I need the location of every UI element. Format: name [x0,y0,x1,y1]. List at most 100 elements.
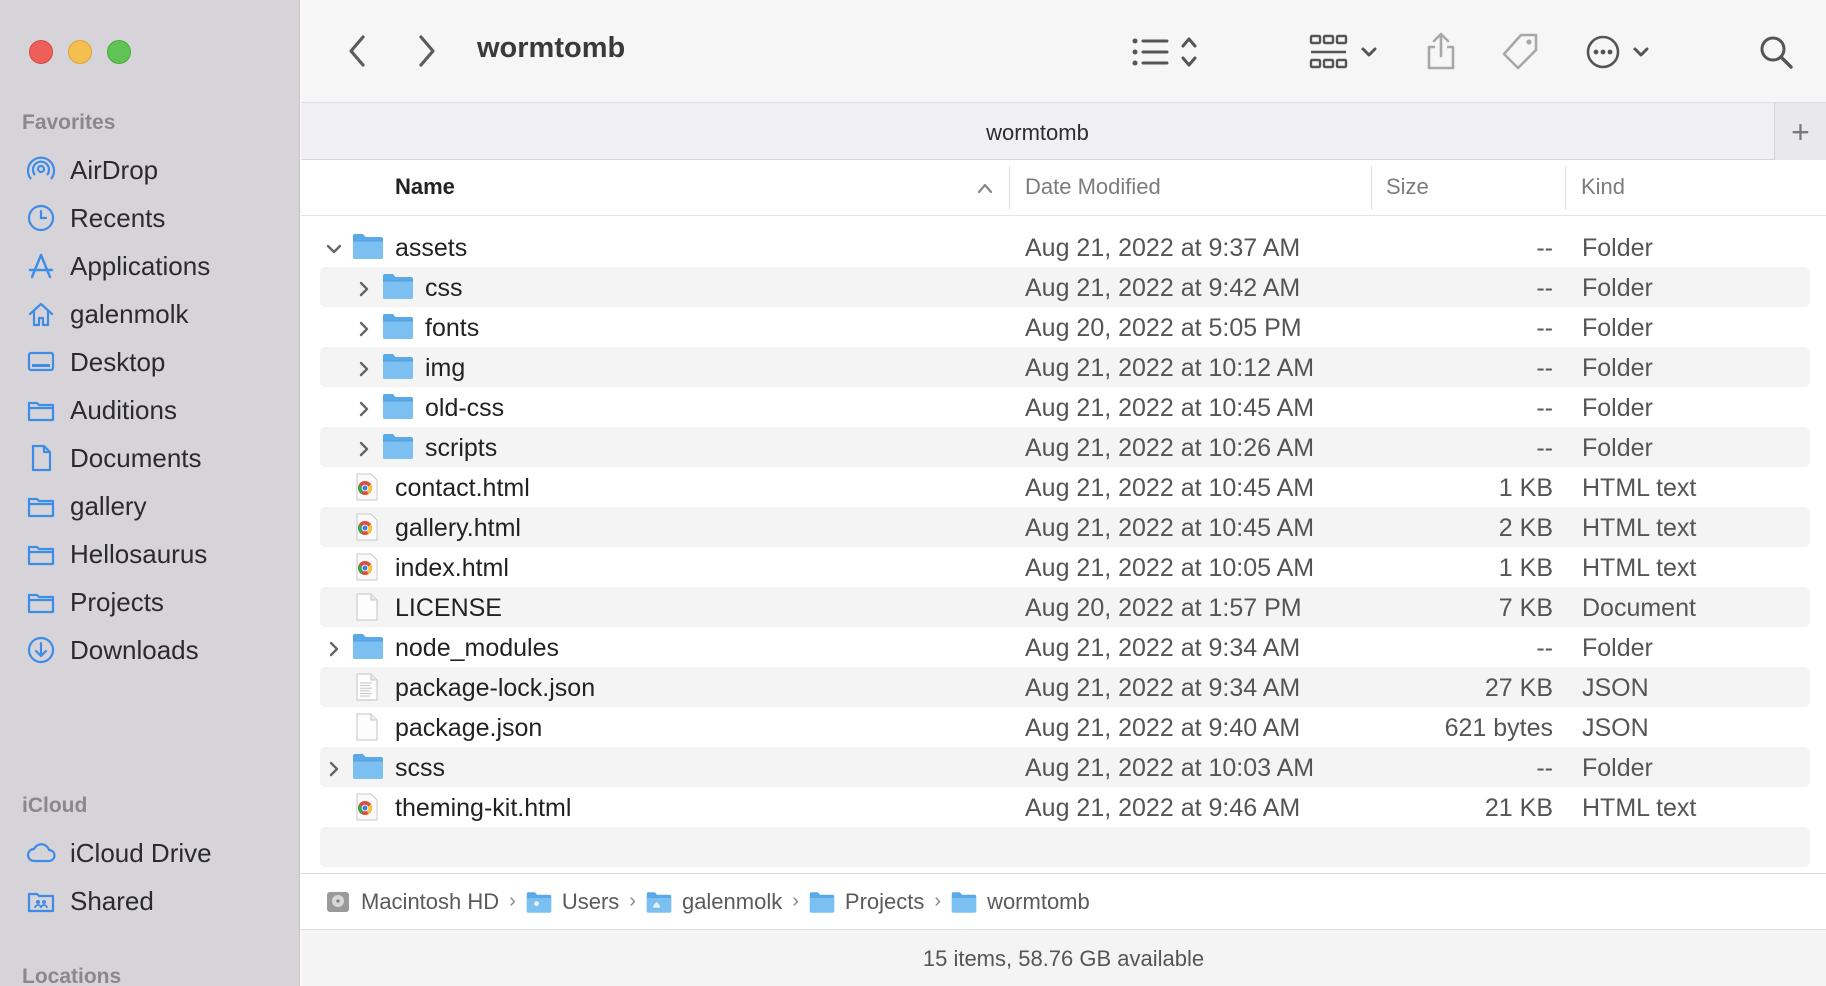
folder-icon [24,585,58,619]
file-size: 27 KB [1484,674,1553,702]
chevron-right-icon[interactable] [324,757,344,777]
file-kind: JSON [1582,674,1649,702]
table-row[interactable]: contact.html Aug 21, 2022 at 10:45 AM 1 KB… [320,467,1810,507]
chevron-right-icon[interactable] [324,637,344,657]
breadcrumb-label: wormtomb [987,888,1090,914]
sidebar-item-label: AirDrop [70,154,159,185]
sidebar-item-hellosaurus[interactable]: Hellosaurus [24,530,207,578]
tag-button[interactable] [1498,30,1542,74]
sidebar-item-recents[interactable]: Recents [24,194,165,242]
table-row[interactable]: old-css Aug 21, 2022 at 10:45 AM -- Folder [320,387,1810,427]
chevron-right-icon[interactable] [354,317,374,337]
file-size: -- [1536,754,1553,782]
breadcrumb-separator-icon: › [792,890,799,912]
sidebar-item-label: Recents [70,202,166,233]
file-name: scripts [425,434,498,462]
group-button[interactable] [1308,30,1384,74]
folder-icon [809,890,845,914]
sidebar-item-gallery[interactable]: gallery [24,482,147,530]
sidebar-item-label: Projects [70,586,164,617]
file-date: Aug 21, 2022 at 10:05 AM [1025,554,1315,582]
file-name: LICENSE [395,594,502,622]
file-kind: Document [1582,594,1696,622]
new-tab-button[interactable]: + [1774,103,1826,161]
users-folder-icon [526,890,562,914]
table-row[interactable]: LICENSE Aug 20, 2022 at 1:57 PM 7 KB Docume… [320,587,1810,627]
column-size[interactable]: Size [1386,174,1429,200]
table-row[interactable]: scss Aug 21, 2022 at 10:03 AM -- Folder [320,747,1810,787]
breadcrumb-macintosh-hd[interactable]: Macintosh HD [325,889,499,915]
sidebar-item-applications[interactable]: Applications [24,242,210,290]
view-options-button[interactable] [1130,30,1204,74]
chevron-right-icon[interactable] [354,437,374,457]
breadcrumb-wormtomb[interactable]: wormtomb [951,889,1090,915]
sidebar-item-airdrop[interactable]: AirDrop [24,146,158,194]
search-button[interactable] [1754,30,1798,74]
table-row[interactable]: package-lock.json Aug 21, 2022 at 9:34 AM… [320,667,1810,707]
breadcrumb-galenmolk[interactable]: galenmolk [646,889,782,915]
file-kind: Folder [1582,634,1653,662]
minimize-button[interactable] [68,40,92,64]
table-row[interactable]: gallery.html Aug 21, 2022 at 10:45 AM 2 KB… [320,507,1810,547]
breadcrumb-label: Macintosh HD [361,888,500,914]
file-kind: HTML text [1582,794,1697,822]
column-date-modified[interactable]: Date Modified [1025,174,1161,200]
sidebar-item-galenmolk[interactable]: galenmolk [24,290,189,338]
chevron-right-icon[interactable] [354,277,374,297]
tab-wormtomb[interactable]: wormtomb [301,120,1774,146]
zoom-button[interactable] [107,40,131,64]
tag-icon [1502,33,1538,70]
sidebar-item-shared[interactable]: Shared [24,877,154,925]
sidebar-item-icloud-drive[interactable]: iCloud Drive [24,829,212,877]
file-name: contact.html [395,474,530,502]
forward-button[interactable] [410,31,444,71]
finder-window: Favorites AirDrop Recents Applications gale… [0,0,1826,986]
folder-icon [24,489,58,523]
window-title: wormtomb [477,32,626,64]
sidebar-item-label: gallery [70,490,147,521]
file-name: node_modules [395,634,560,662]
table-row[interactable]: package.json Aug 21, 2022 at 9:40 AM 621 b… [320,707,1810,747]
path-bar: Macintosh HD › Users › galenmolk › Projects › wo… [301,873,1826,929]
sidebar-item-projects[interactable]: Projects [24,578,164,626]
table-row[interactable]: css Aug 21, 2022 at 9:42 AM -- Folder [320,267,1810,307]
file-kind: HTML text [1582,554,1697,582]
ellipsis-circle-icon [1586,35,1649,69]
tab-bar: wormtomb + [301,102,1826,161]
breadcrumb-separator-icon: › [934,890,942,912]
folder-icon [382,272,414,302]
column-kind[interactable]: Kind [1581,174,1625,200]
applications-icon [24,249,58,283]
column-name[interactable]: Name [395,174,455,200]
chevron-right-icon[interactable] [354,357,374,377]
action-menu-button[interactable] [1584,30,1654,74]
folder-icon [382,352,414,382]
back-button[interactable] [340,31,374,71]
table-row[interactable]: fonts Aug 20, 2022 at 5:05 PM -- Folder [320,307,1810,347]
folder-icon [382,312,414,342]
file-name: old-css [425,394,505,422]
file-date: Aug 20, 2022 at 5:05 PM [1025,314,1302,342]
sidebar-item-downloads[interactable]: Downloads [24,626,199,674]
share-button[interactable] [1422,28,1460,74]
file-date: Aug 21, 2022 at 10:26 AM [1025,434,1315,462]
hard-drive-icon [325,889,361,915]
chrome-html-icon [352,552,384,582]
table-row[interactable]: index.html Aug 21, 2022 at 10:05 AM 1 KB HT… [320,547,1810,587]
file-date: Aug 21, 2022 at 10:03 AM [1025,754,1315,782]
table-row[interactable]: scripts Aug 21, 2022 at 10:26 AM -- Folder [320,427,1810,467]
sidebar-item-desktop[interactable]: Desktop [24,338,165,386]
breadcrumb-projects[interactable]: Projects [809,889,924,915]
close-button[interactable] [29,40,53,64]
chevron-left-icon [349,35,365,67]
breadcrumb-users[interactable]: Users [526,889,619,915]
chevron-down-icon[interactable] [324,237,344,257]
table-row[interactable]: node_modules Aug 21, 2022 at 9:34 AM -- Fol… [320,627,1810,667]
chevron-right-icon[interactable] [354,397,374,417]
sidebar-item-documents[interactable]: Documents [24,434,202,482]
table-row[interactable]: theming-kit.html Aug 21, 2022 at 9:46 AM 2… [320,787,1810,827]
table-row[interactable]: assets Aug 21, 2022 at 9:37 AM -- Folder [320,227,1810,267]
sidebar-item-auditions[interactable]: Auditions [24,386,177,434]
home-icon [24,297,58,331]
table-row[interactable]: img Aug 21, 2022 at 10:12 AM -- Folder [320,347,1810,387]
